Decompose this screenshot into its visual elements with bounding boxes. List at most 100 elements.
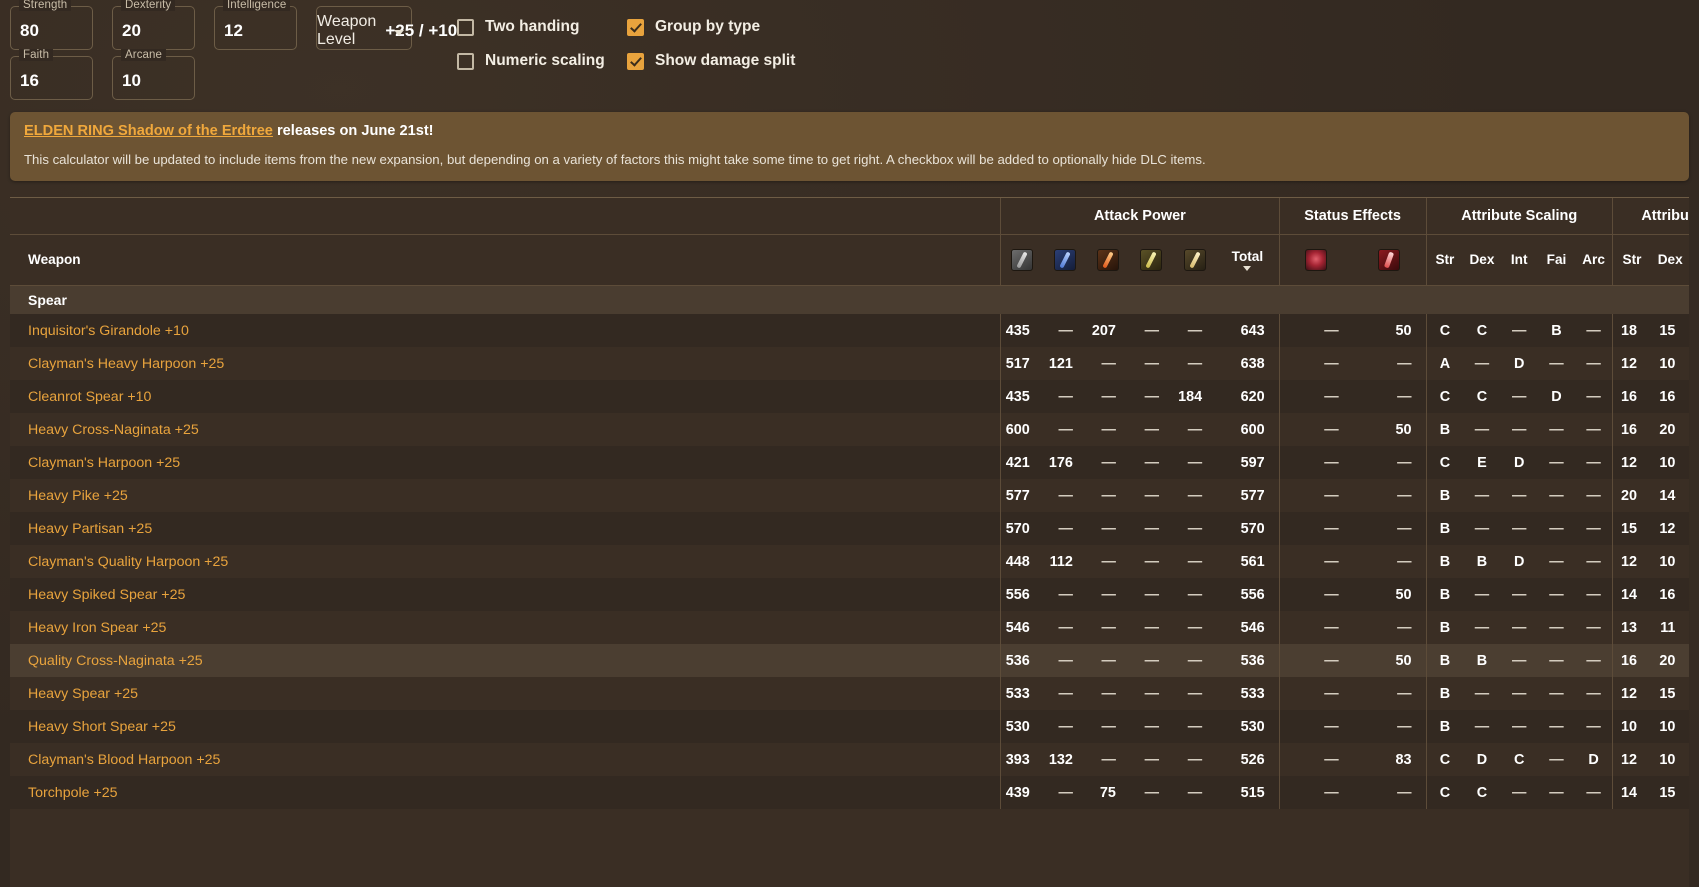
empty-value-dash: —	[1586, 652, 1601, 669]
column-header-required-dex[interactable]: Dex	[1650, 234, 1689, 286]
strength-field[interactable]: Strength	[10, 0, 93, 50]
two-handing-checkbox[interactable]: Two handing	[457, 18, 627, 36]
column-header-scaling-arc[interactable]: Arc	[1575, 234, 1613, 286]
weapon-name-link[interactable]: Torchpole +25	[10, 776, 1001, 809]
table-row[interactable]: Clayman's Harpoon +25 421 176 — — — 597 — — C E D — —…	[10, 446, 1689, 480]
cell-damage-magic: —	[1044, 413, 1087, 446]
cell-required-str: 13	[1611, 611, 1651, 645]
weapon-name-link[interactable]: Heavy Partisan +25	[10, 512, 1001, 545]
column-header-weapon[interactable]: Weapon	[10, 234, 1001, 286]
weapon-name-link[interactable]: Clayman's Heavy Harpoon +25	[10, 347, 1001, 380]
cell-status-bleed: —	[1278, 578, 1353, 612]
intelligence-input[interactable]	[215, 21, 296, 49]
column-header-total[interactable]: Total	[1216, 234, 1280, 286]
group-row-label: Spear	[10, 285, 1689, 315]
table-row[interactable]: Heavy Partisan +25570————570——B————1512—…	[10, 512, 1689, 546]
column-header-scaling-fai[interactable]: Fai	[1537, 234, 1576, 286]
table-row[interactable]: Heavy Short Spear +25 530— — — —530— — B — — — —10…	[10, 710, 1689, 744]
cell-scaling-dex: —	[1463, 611, 1500, 644]
show-damage-split-label: Show damage split	[655, 52, 796, 69]
weapon-name-link[interactable]: Heavy Spear +25	[10, 677, 1001, 710]
table-row[interactable]: Clayman's Quality Harpoon +25 448 112 — — — 56…	[10, 545, 1689, 579]
column-header-physical-damage[interactable]	[1000, 234, 1044, 286]
weapon-name-link[interactable]: Cleanrot Spear +10	[10, 380, 1001, 413]
table-row[interactable]: Heavy Pike +25577————577——B————2014———	[10, 479, 1689, 513]
weapon-name-link[interactable]: Heavy Cross-Naginata +25	[10, 413, 1001, 446]
column-header-holy-damage[interactable]	[1173, 234, 1217, 286]
group-by-type-checkbox[interactable]: Group by type	[627, 18, 795, 36]
empty-value-dash: —	[1187, 685, 1203, 702]
table-row[interactable]: Torchpole +25439—75——515——CC———1415———	[10, 776, 1689, 810]
cell-damage-magic: —	[1044, 314, 1087, 347]
cell-damage-magic: —	[1044, 644, 1087, 677]
arcane-input[interactable]	[113, 71, 194, 99]
cell-status-bleed: —	[1278, 479, 1353, 513]
weapon-table-container[interactable]: Attack Power Status Effects Attribute Sc…	[10, 197, 1689, 887]
empty-value-dash: —	[1101, 586, 1116, 603]
table-row[interactable]: Heavy Cross-Naginata +25 600— — — —600—50 B — —…	[10, 413, 1689, 447]
empty-value-dash: —	[1474, 520, 1490, 537]
weapon-name-link[interactable]: Clayman's Blood Harpoon +25	[10, 743, 1001, 776]
cell-damage-holy: —	[1173, 710, 1216, 743]
column-header-required-str[interactable]: Str	[1611, 234, 1651, 286]
weapon-name-link[interactable]: Heavy Iron Spear +25	[10, 611, 1001, 644]
cell-scaling-int: —	[1501, 413, 1538, 446]
empty-value-dash: —	[1586, 421, 1601, 438]
options-checkbox-group: Two handing Group by type Numeric scalin…	[457, 10, 795, 78]
faith-field[interactable]: Faith	[10, 49, 93, 100]
column-header-poison-status[interactable]	[1352, 234, 1427, 286]
cell-required-dex: 15	[1659, 784, 1676, 801]
cell-status-bleed: —	[1278, 743, 1353, 777]
column-header-lightning-damage[interactable]	[1129, 234, 1174, 286]
table-row[interactable]: Clayman's Heavy Harpoon +25 517 121 — — — 638 —…	[10, 347, 1689, 381]
cell-damage-fire: 207	[1091, 322, 1116, 339]
column-header-scaling-str[interactable]: Str	[1425, 234, 1464, 286]
empty-value-dash: —	[1549, 784, 1564, 801]
weapon-name-link[interactable]: Quality Cross-Naginata +25	[10, 644, 1001, 677]
weapon-name-link[interactable]: Heavy Spiked Spear +25	[10, 578, 1001, 611]
cell-required-dex: 11	[1660, 619, 1676, 636]
cell-scaling-arc: —	[1575, 314, 1612, 347]
cell-status-poison: 50	[1395, 322, 1412, 339]
numeric-scaling-checkbox[interactable]: Numeric scaling	[457, 52, 627, 70]
weapon-name-link[interactable]: Clayman's Quality Harpoon +25	[10, 545, 1001, 578]
empty-value-dash: —	[1187, 487, 1203, 504]
column-header-scaling-int[interactable]: Int	[1500, 234, 1538, 286]
table-row[interactable]: Heavy Iron Spear +25 546— — — —546— — B — — — —13 1…	[10, 611, 1689, 645]
cell-status-bleed: —	[1278, 644, 1353, 678]
cell-scaling-dex: C	[1476, 784, 1488, 801]
weapon-name-link[interactable]: Heavy Short Spear +25	[10, 710, 1001, 743]
arcane-field[interactable]: Arcane	[112, 49, 195, 100]
weapon-name-link[interactable]: Heavy Pike +25	[10, 479, 1001, 512]
column-header-bleed-status[interactable]	[1278, 234, 1353, 286]
intelligence-field[interactable]: Intelligence	[214, 0, 297, 50]
cell-scaling-dex: C	[1476, 322, 1488, 339]
dexterity-input[interactable]	[113, 21, 194, 49]
empty-value-dash: —	[1058, 652, 1073, 669]
weapon-level-select[interactable]: Weapon Level +25 / +10	[316, 6, 457, 50]
column-header-magic-damage[interactable]	[1043, 234, 1087, 286]
cell-status-poison: —	[1353, 380, 1426, 413]
table-row[interactable]: Quality Cross-Naginata +25 536— — — —536—50 B…	[10, 644, 1689, 678]
column-header-fire-damage[interactable]	[1086, 234, 1130, 286]
cell-scaling-dex: B	[1476, 553, 1488, 570]
table-row[interactable]: Heavy Spiked Spear +25 556— — — —556—50 B — — — —…	[10, 578, 1689, 612]
empty-value-dash: —	[1144, 520, 1160, 537]
table-row[interactable]: Cleanrot Spear +10 435 — — — 184 620 — — C C — D — 16 1…	[10, 380, 1689, 414]
show-damage-split-checkbox[interactable]: Show damage split	[627, 52, 795, 70]
shadow-of-the-erdtree-link[interactable]: ELDEN RING Shadow of the Erdtree	[24, 123, 273, 139]
cell-status-poison: —	[1353, 776, 1426, 809]
strength-input[interactable]	[11, 21, 92, 49]
table-row[interactable]: Inquisitor's Girandole +10 435 — 207 — — 643 — 5…	[10, 314, 1689, 348]
weapon-name-link[interactable]: Inquisitor's Girandole +10	[10, 314, 1001, 347]
empty-value-dash: —	[1549, 652, 1564, 669]
dexterity-field[interactable]: Dexterity	[112, 0, 195, 50]
empty-value-dash: —	[1101, 685, 1116, 702]
table-row[interactable]: Heavy Spear +25533————533——B————1215———	[10, 677, 1689, 711]
column-header-scaling-dex[interactable]: Dex	[1463, 234, 1501, 286]
cell-status-bleed: —	[1278, 611, 1353, 645]
weapon-name-link[interactable]: Clayman's Harpoon +25	[10, 446, 1001, 479]
cell-scaling-int: D	[1514, 553, 1525, 570]
faith-input[interactable]	[11, 71, 92, 99]
table-row[interactable]: Clayman's Blood Harpoon +25 393 132 — — — 526 —…	[10, 743, 1689, 777]
